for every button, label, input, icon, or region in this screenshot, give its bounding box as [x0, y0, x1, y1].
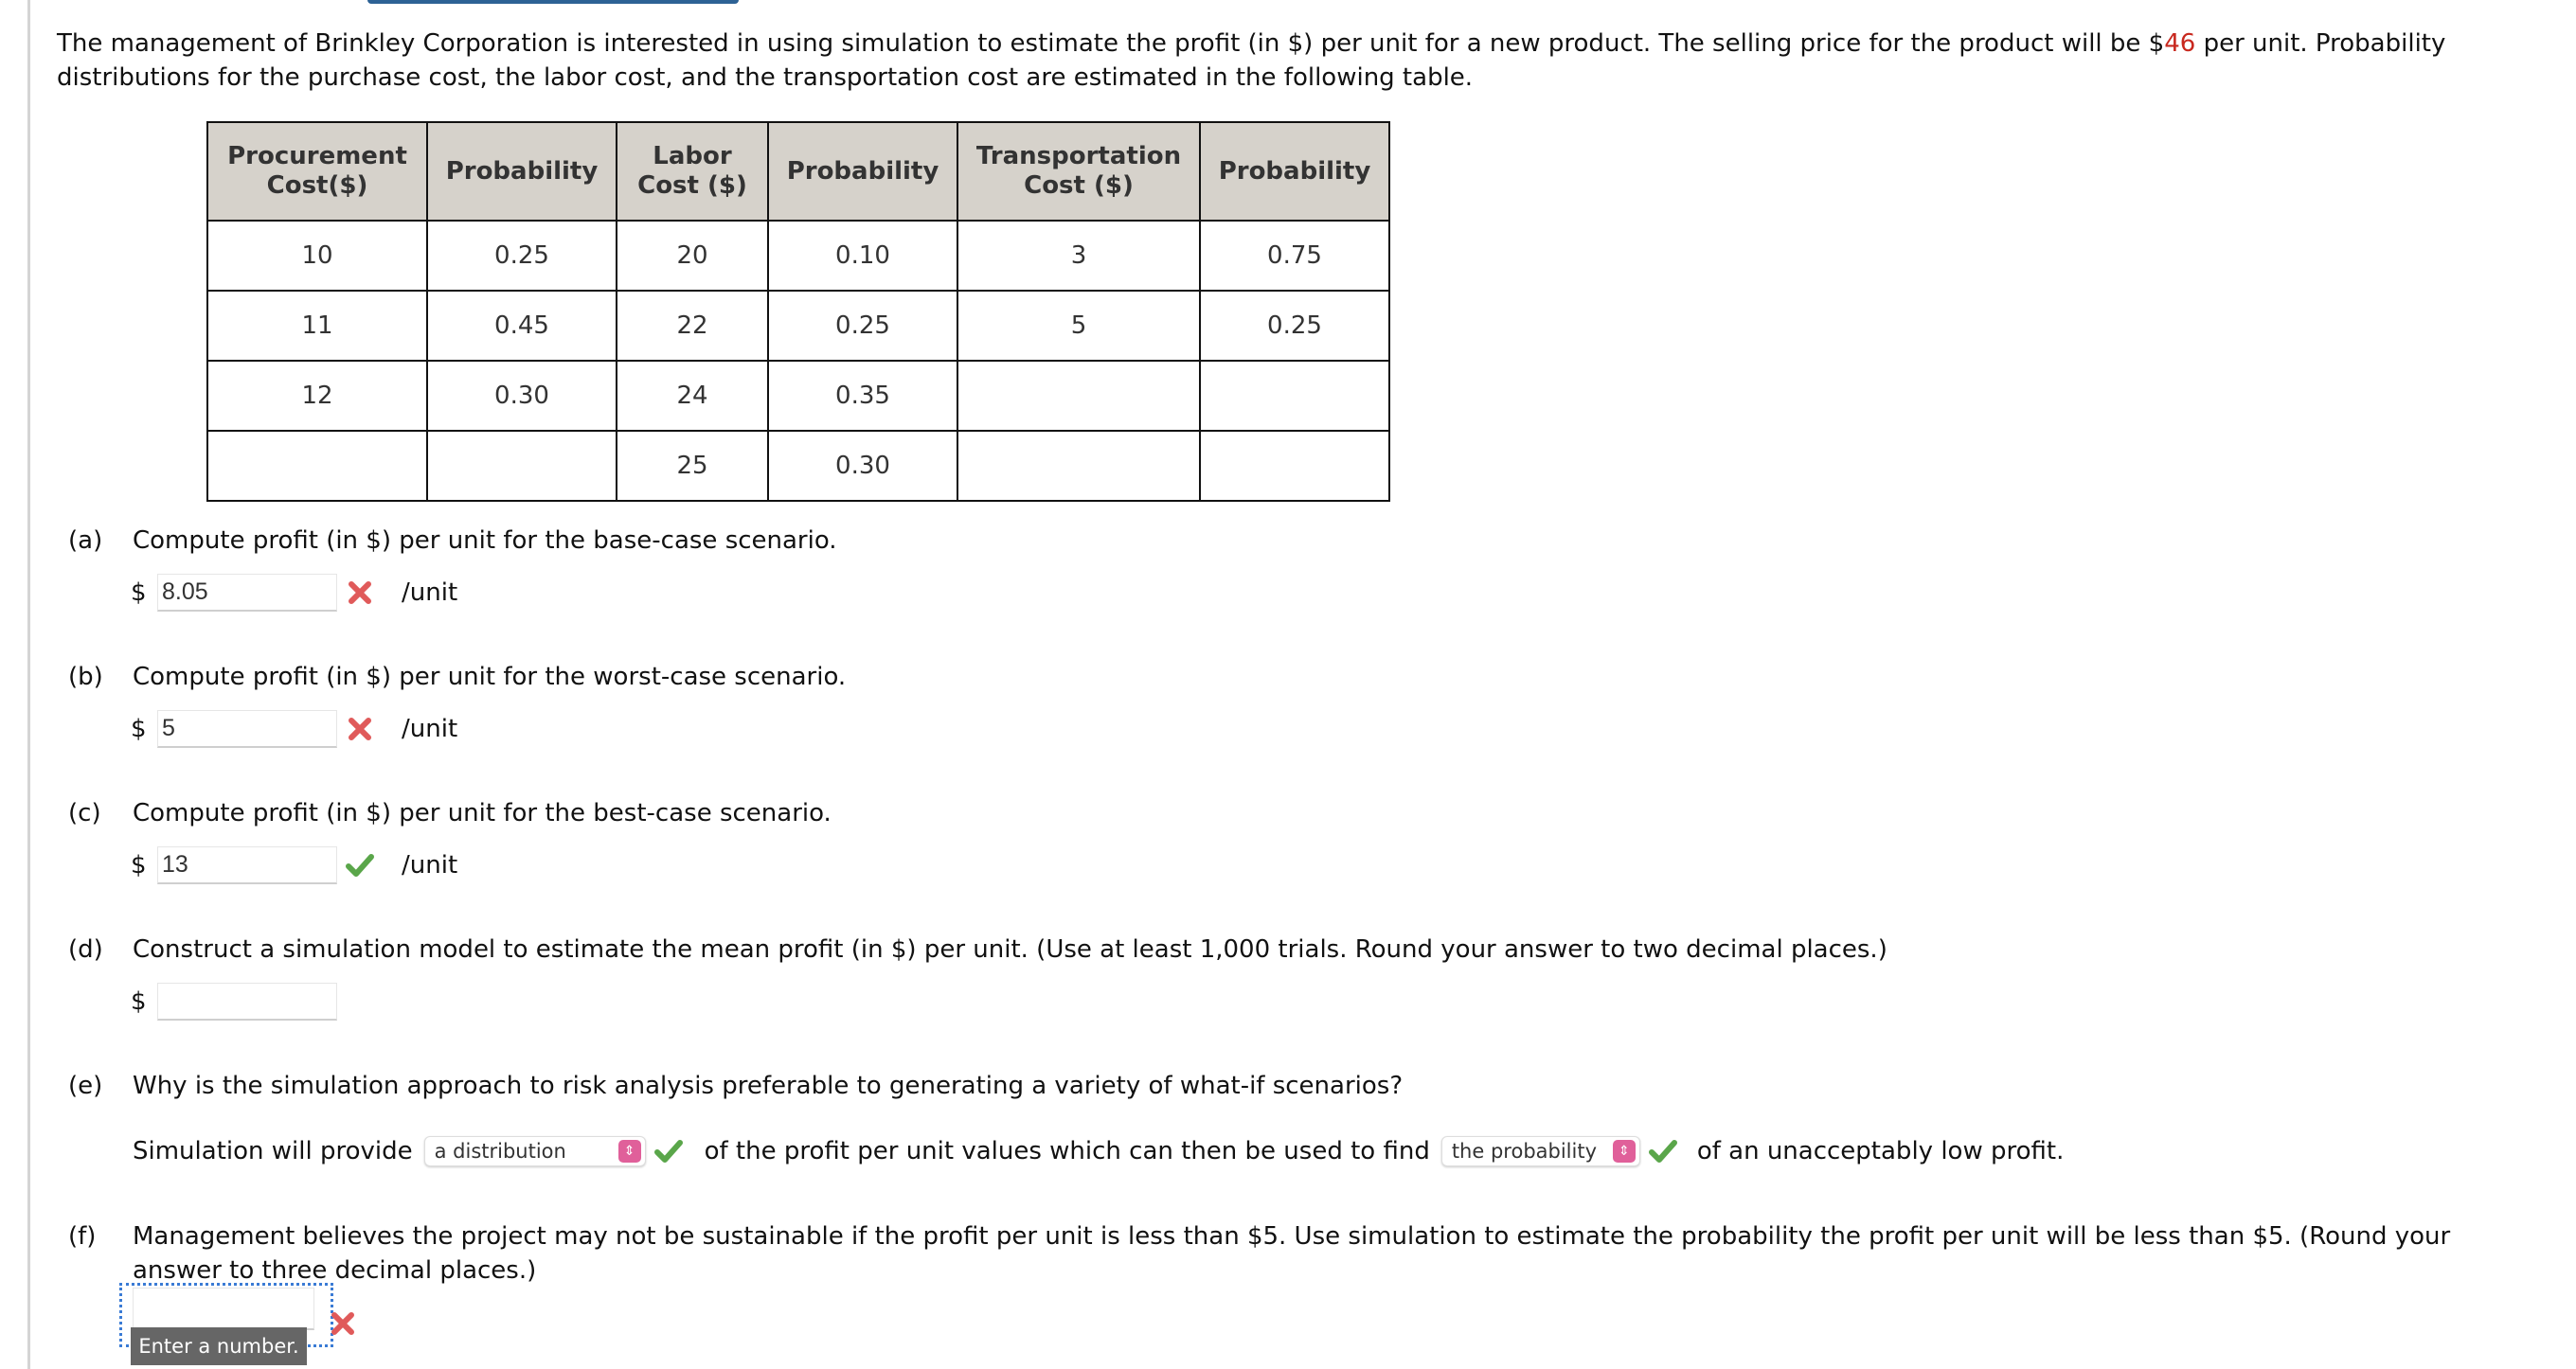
select-find[interactable]: the probability ⇕ [1440, 1136, 1640, 1166]
table-cell: 20 [616, 220, 769, 292]
header-probability: Probability [426, 121, 617, 222]
intro-text: The management of Brinkley Corporation i… [57, 29, 2165, 58]
question-a: (a) Compute profit (in $) per unit for th… [68, 526, 837, 555]
answer-c-row: $ 13 /unit [131, 846, 457, 884]
question-text: Compute profit (in $) per unit for the b… [133, 526, 837, 555]
question-f: (f) Management believes the project may n… [68, 1219, 2531, 1288]
problem-statement: The management of Brinkley Corporation i… [57, 27, 2519, 95]
sentence-text: of the profit per unit values which can … [704, 1137, 1430, 1165]
answer-d-row: $ [131, 983, 337, 1021]
header-probability: Probability [1199, 121, 1390, 222]
select-value: the probability [1451, 1140, 1598, 1163]
answer-e-row: Simulation will provide a distribution ⇕… [133, 1132, 2064, 1170]
validation-tooltip: Enter a number. [131, 1327, 307, 1365]
header-probability: Probability [767, 121, 958, 222]
table-row: 11 0.45 22 0.25 5 0.25 [206, 290, 1390, 362]
table-cell: 3 [957, 220, 1201, 292]
table-cell [1199, 430, 1390, 502]
currency-symbol: $ [131, 578, 147, 607]
table-cell: 11 [206, 290, 428, 362]
table-cell: 5 [957, 290, 1201, 362]
table-cell: 10 [206, 220, 428, 292]
sentence-text: of an unacceptably low profit. [1696, 1137, 2065, 1165]
question-text: Why is the simulation approach to risk a… [133, 1072, 1404, 1100]
table-row: 25 0.30 [206, 430, 1390, 502]
table-cell: 0.75 [1199, 220, 1390, 292]
table-cell: 0.25 [1199, 290, 1390, 362]
correct-check-icon [341, 846, 379, 884]
table-cell: 0.45 [426, 290, 617, 362]
header-transportation-cost: Transportation Cost ($) [957, 121, 1201, 222]
left-border [27, 0, 30, 1369]
table-cell: 0.25 [426, 220, 617, 292]
question-e: (e) Why is the simulation approach to ris… [68, 1072, 1403, 1100]
table-row: 10 0.25 20 0.10 3 0.75 [206, 220, 1390, 292]
currency-symbol: $ [131, 987, 147, 1016]
unit-label: /unit [402, 578, 458, 607]
top-tab-bar [367, 0, 739, 4]
table-row: 12 0.30 24 0.35 [206, 360, 1390, 432]
answer-a-input[interactable]: 8.05 [157, 574, 337, 612]
selling-price: 46 [2164, 29, 2196, 58]
answer-b-row: $ 5 /unit [131, 710, 457, 748]
incorrect-x-icon [341, 574, 379, 612]
question-text: Compute profit (in $) per unit for the b… [133, 799, 832, 827]
table-cell: 0.30 [767, 430, 958, 502]
unit-label: /unit [402, 851, 458, 880]
question-text: Management believes the project may not … [133, 1222, 2451, 1251]
question-label: (c) [68, 799, 101, 827]
question-c: (c) Compute profit (in $) per unit for th… [68, 799, 832, 827]
table-cell [957, 360, 1201, 432]
select-value: a distribution [434, 1140, 566, 1163]
table-cell: 22 [616, 290, 769, 362]
cost-distribution-table: Procurement Cost($) Probability Labor Cost… [206, 121, 1390, 502]
table-cell [957, 430, 1201, 502]
table-cell: 24 [616, 360, 769, 432]
select-arrows-icon: ⇕ [1612, 1140, 1636, 1163]
table-cell [206, 430, 428, 502]
table-cell: 0.25 [767, 290, 958, 362]
correct-check-icon [650, 1132, 688, 1170]
question-label: (f) [68, 1222, 97, 1251]
sentence-text: Simulation will provide [133, 1137, 413, 1165]
answer-b-input[interactable]: 5 [157, 710, 337, 748]
incorrect-x-icon [324, 1305, 362, 1342]
select-provide[interactable]: a distribution ⇕ [423, 1136, 646, 1166]
answer-d-input[interactable] [157, 983, 337, 1021]
answer-c-input[interactable]: 13 [157, 846, 337, 884]
currency-symbol: $ [131, 715, 147, 743]
incorrect-x-icon [341, 710, 379, 748]
question-label: (e) [68, 1072, 103, 1100]
question-text: answer to three decimal places.) [133, 1256, 537, 1285]
correct-check-icon [1644, 1132, 1682, 1170]
table-cell: 0.35 [767, 360, 958, 432]
question-label: (d) [68, 935, 103, 964]
question-label: (a) [68, 526, 103, 555]
question-text: Construct a simulation model to estimate… [133, 935, 1887, 964]
table-cell: 0.30 [426, 360, 617, 432]
table-cell: 12 [206, 360, 428, 432]
table-cell: 25 [616, 430, 769, 502]
answer-a-row: $ 8.05 /unit [131, 574, 457, 612]
header-procurement-cost: Procurement Cost($) [206, 121, 428, 222]
header-labor-cost: Labor Cost ($) [616, 121, 769, 222]
table-cell: 0.10 [767, 220, 958, 292]
question-b: (b) Compute profit (in $) per unit for th… [68, 663, 846, 691]
question-label: (b) [68, 663, 103, 691]
select-arrows-icon: ⇕ [617, 1140, 641, 1163]
question-text: Compute profit (in $) per unit for the w… [133, 663, 847, 691]
answer-f-input[interactable] [133, 1288, 314, 1330]
table-cell [426, 430, 617, 502]
currency-symbol: $ [131, 851, 147, 880]
table-cell [1199, 360, 1390, 432]
question-d: (d) Construct a simulation model to estim… [68, 935, 1887, 964]
table-header-row: Procurement Cost($) Probability Labor Cost… [206, 121, 1390, 222]
unit-label: /unit [402, 715, 458, 743]
